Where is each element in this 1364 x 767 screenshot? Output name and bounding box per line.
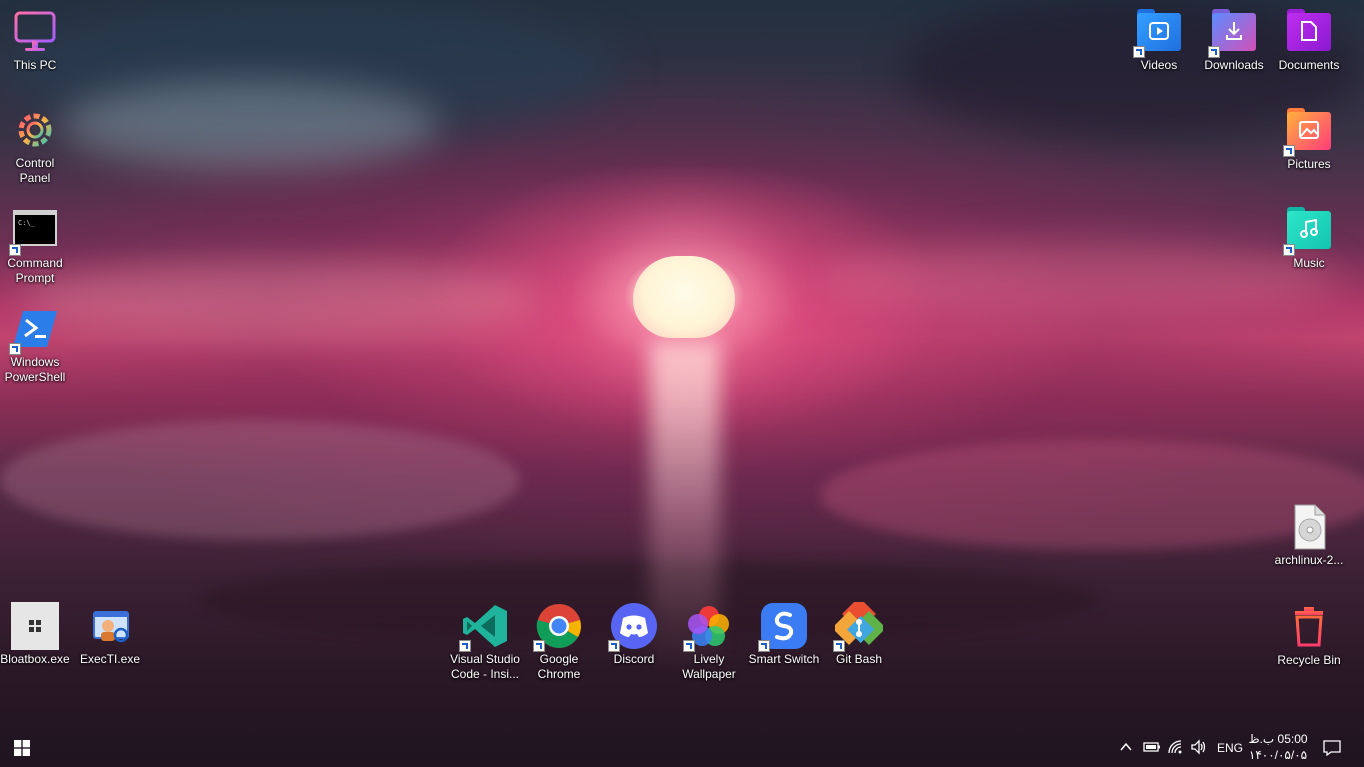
desktop-icon-label: Music (1293, 256, 1325, 270)
desktop-icon-archlinux-iso[interactable]: archlinux-2... (1272, 503, 1346, 568)
show-hidden-icons-button[interactable] (1119, 740, 1133, 757)
monitor-icon (11, 8, 59, 56)
desktop-icon-label: This PC (13, 58, 57, 72)
powershell-icon (9, 305, 59, 355)
shortcut-arrow-icon (1208, 46, 1220, 58)
pictures-folder-icon (1283, 107, 1333, 157)
desktop-icon-label: ExecTI.exe (79, 652, 141, 666)
action-center-button[interactable] (1323, 740, 1341, 759)
notification-icon (1323, 740, 1341, 757)
chevron-up-icon (1120, 742, 1132, 751)
desktop-icon-label: archlinux-2... (1274, 553, 1344, 567)
desktop-icon-windows-powershell[interactable]: Windows PowerShell (0, 305, 72, 385)
downloads-folder-icon (1208, 8, 1258, 58)
terminal-icon: C:\_ (9, 206, 59, 256)
clock-date: ۱۴۰۰/۰۵/۰۵ (1248, 748, 1308, 762)
desktop-icon-label: Command Prompt (7, 256, 63, 285)
network-tray-button[interactable] (1167, 739, 1183, 758)
desktop-icon-label: Documents (1278, 58, 1340, 72)
desktop-icon-recycle-bin[interactable]: Recycle Bin (1272, 603, 1346, 668)
taskbar: ENG 05:00 ب.ظ ۱۴۰۰/۰۵/۰۵ (0, 727, 1364, 767)
desktop-icon-command-prompt[interactable]: C:\_ Command Prompt (0, 206, 72, 286)
desktop-icon-label: Windows PowerShell (4, 355, 66, 384)
input-language-indicator[interactable]: ENG (1217, 741, 1243, 755)
desktop-icon-label: Google Chrome (537, 652, 581, 681)
desktop-icon-smart-switch[interactable]: Smart Switch (747, 602, 821, 667)
clock[interactable]: 05:00 ب.ظ ۱۴۰۰/۰۵/۰۵ (1246, 731, 1310, 763)
bloatbox-icon (11, 602, 59, 650)
desktop-icon-pictures[interactable]: Pictures (1272, 107, 1346, 172)
settings-gear-icon (11, 106, 59, 154)
windows-logo-icon (14, 740, 30, 756)
battery-icon (1143, 742, 1160, 752)
sky-cloud (20, 260, 540, 340)
shortcut-arrow-icon (833, 640, 845, 652)
desktop-icon-label: Control Panel (15, 156, 55, 185)
shortcut-arrow-icon (9, 244, 21, 256)
desktop-icon-videos[interactable]: Videos (1122, 8, 1196, 73)
desktop-icon-label: Discord (613, 652, 655, 666)
desktop-icon-documents[interactable]: Documents (1272, 8, 1346, 73)
desktop-icon-label: Bloatbox.exe (0, 652, 70, 666)
desktop-icon-label: Videos (1140, 58, 1178, 72)
desktop-icon-control-panel[interactable]: Control Panel (0, 106, 72, 186)
git-bash-icon (832, 597, 886, 652)
volume-icon (1191, 739, 1206, 755)
battery-tray-button[interactable] (1143, 740, 1161, 757)
smart-switch-icon (758, 602, 808, 652)
desktop-icon-discord[interactable]: Discord (597, 602, 671, 667)
desktop-icon-git-bash[interactable]: Git Bash (822, 597, 896, 667)
desktop-icon-execti[interactable]: ExecTI.exe (73, 602, 147, 667)
shortcut-arrow-icon (459, 640, 471, 652)
wifi-icon (1168, 740, 1182, 754)
desktop-icon-vscode-insiders[interactable]: Visual Studio Code - Insi... (448, 602, 522, 682)
music-folder-icon (1283, 206, 1333, 256)
sky-cloud (820, 240, 1340, 320)
shortcut-arrow-icon (683, 640, 695, 652)
desktop-icon-label: Pictures (1287, 157, 1331, 171)
shortcut-arrow-icon (758, 640, 770, 652)
vscode-icon (459, 602, 509, 652)
documents-folder-icon (1285, 8, 1333, 56)
shortcut-arrow-icon (1133, 46, 1145, 58)
desktop-icon-google-chrome[interactable]: Google Chrome (522, 602, 596, 682)
desktop-icon-music[interactable]: Music (1272, 206, 1346, 271)
shortcut-arrow-icon (9, 343, 21, 355)
videos-folder-icon (1133, 8, 1183, 58)
clock-time: 05:00 ب.ظ (1248, 732, 1308, 746)
desktop-icon-label: Recycle Bin (1277, 653, 1341, 667)
sky-cloud (60, 80, 440, 170)
svg-text:C:\_: C:\_ (18, 219, 36, 227)
discord-icon (608, 602, 658, 652)
sun (633, 256, 735, 338)
shortcut-arrow-icon (608, 640, 620, 652)
desktop-icon-bloatbox[interactable]: Bloatbox.exe (0, 602, 72, 667)
lively-icon (683, 602, 733, 652)
shortcut-arrow-icon (1283, 244, 1295, 256)
water-ripple (0, 420, 520, 540)
desktop-icon-label: Lively Wallpaper (682, 652, 736, 681)
chrome-icon (533, 602, 583, 652)
shortcut-arrow-icon (1283, 145, 1295, 157)
desktop-icon-downloads[interactable]: Downloads (1197, 8, 1271, 73)
desktop-icon-label: Visual Studio Code - Insi... (450, 652, 520, 681)
volume-tray-button[interactable] (1190, 739, 1208, 758)
start-button[interactable] (14, 740, 30, 759)
recycle-bin-icon (1285, 603, 1333, 651)
desktop-icon-this-pc[interactable]: This PC (0, 8, 72, 73)
desktop-icon-label: Smart Switch (748, 652, 820, 666)
desktop-icon-label: Downloads (1204, 58, 1264, 72)
desktop-icon-lively-wallpaper[interactable]: Lively Wallpaper (672, 602, 746, 682)
disc-image-file-icon (1285, 503, 1333, 551)
desktop-icon-label: Git Bash (835, 652, 883, 666)
shortcut-arrow-icon (533, 640, 545, 652)
execti-icon (86, 602, 134, 650)
